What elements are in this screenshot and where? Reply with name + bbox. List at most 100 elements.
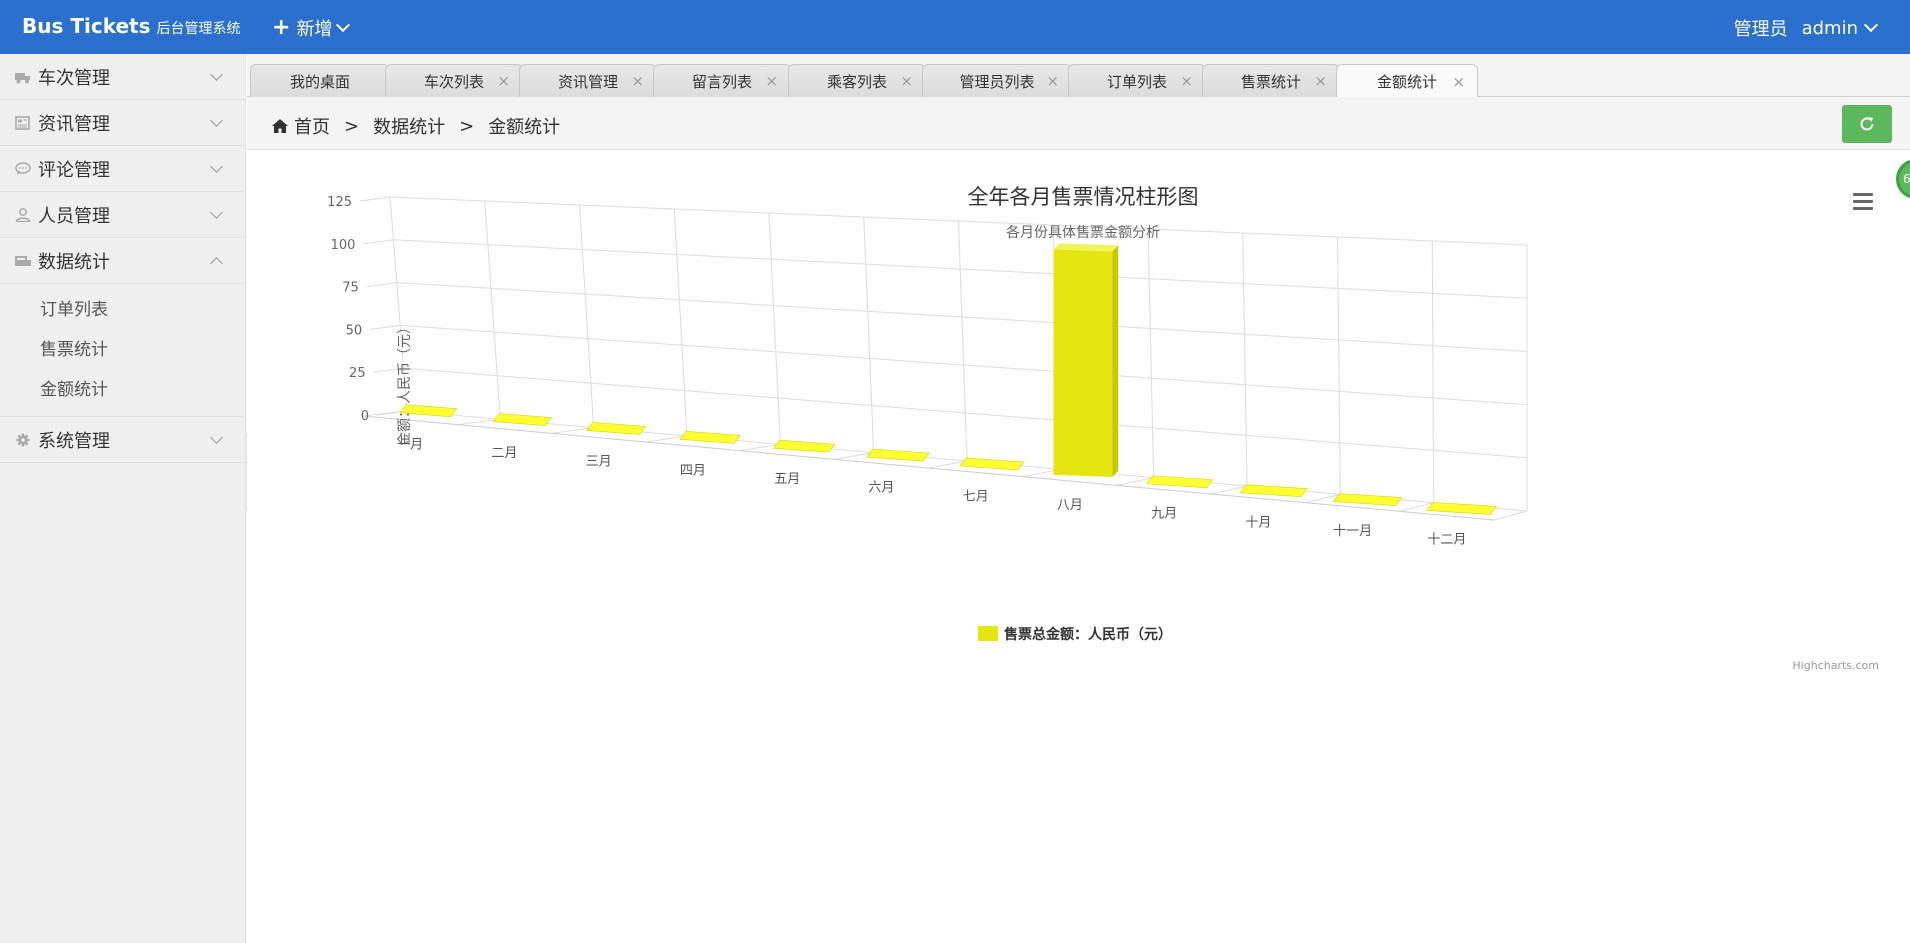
chevron-down-icon xyxy=(1863,17,1879,33)
data-statistics-submenu: 订单列表 售票统计 金额统计 xyxy=(0,284,245,417)
bar-3[interactable] xyxy=(586,422,647,435)
sidebar-item-label: 系统管理 xyxy=(38,430,110,452)
bar-top xyxy=(1146,475,1214,489)
tab-amount-statistics[interactable]: 金额统计 × xyxy=(1336,64,1478,98)
sidebar-item-label: 数据统计 xyxy=(38,251,110,273)
x-tick-label: 八月 xyxy=(1057,498,1083,513)
chart-subtitle: 各月份具体售票金额分析 xyxy=(1006,225,1160,241)
breadcrumb-data-statistics[interactable]: 数据统计 xyxy=(373,113,445,139)
new-dropdown-button[interactable]: + 新增 xyxy=(272,15,351,41)
x-tick-label: 六月 xyxy=(868,481,894,496)
app-name: Bus Tickets xyxy=(22,14,151,38)
gridline xyxy=(958,220,968,462)
close-icon[interactable]: × xyxy=(1452,73,1465,91)
tab-my-desktop[interactable]: 我的桌面 xyxy=(250,64,390,97)
close-icon[interactable]: × xyxy=(765,72,778,90)
chart-credits[interactable]: Highcharts.com xyxy=(1792,659,1879,672)
bar-top xyxy=(1426,502,1497,515)
refresh-icon xyxy=(1860,117,1874,131)
sidebar-subitem-order-list[interactable]: 订单列表 xyxy=(0,290,245,330)
close-icon[interactable]: × xyxy=(1180,72,1193,90)
bar-top xyxy=(586,422,647,435)
chart-menu-icon[interactable] xyxy=(1853,193,1875,213)
tab-train-list[interactable]: 车次列表 × xyxy=(385,64,523,97)
username: admin xyxy=(1801,17,1858,39)
gridline xyxy=(579,204,595,428)
x-tick-label: 十月 xyxy=(1245,515,1271,530)
bar-10[interactable] xyxy=(1239,484,1308,497)
bar-2[interactable] xyxy=(492,413,552,426)
refresh-button[interactable] xyxy=(1842,105,1892,143)
close-icon[interactable]: × xyxy=(1046,72,1059,90)
bar-4[interactable] xyxy=(679,431,741,444)
x-tick-label: 十二月 xyxy=(1427,533,1466,548)
side-gridline xyxy=(366,282,397,288)
x-tick-label: 四月 xyxy=(680,463,706,478)
gridline xyxy=(673,208,688,437)
bar-8[interactable] xyxy=(1053,243,1119,477)
close-icon[interactable]: × xyxy=(497,72,510,90)
sidebar-item-staff-management[interactable]: 人员管理 xyxy=(0,192,245,238)
new-label: 新增 xyxy=(296,19,333,40)
side-gridline xyxy=(370,324,401,330)
chevron-down-icon xyxy=(210,160,223,173)
x-tick-label: 三月 xyxy=(586,455,612,470)
side-gridline xyxy=(363,239,394,245)
breadcrumb-current-page: 金额统计 xyxy=(488,117,561,138)
role-label: 管理员 xyxy=(1733,19,1788,40)
truck-icon xyxy=(15,73,30,84)
close-icon[interactable]: × xyxy=(1314,72,1327,90)
sidebar-item-comment-management[interactable]: 评论管理 xyxy=(0,146,245,192)
y-tick-label: 50 xyxy=(346,323,363,338)
x-axis-line xyxy=(362,415,1495,521)
sidebar-subitem-amount-statistics[interactable]: 金额统计 xyxy=(0,370,245,410)
user-icon xyxy=(15,208,31,222)
breadcrumb-home[interactable]: 首页 xyxy=(294,113,330,139)
chevron-down-icon xyxy=(210,68,223,81)
chevron-down-icon xyxy=(210,206,223,219)
tab-order-list[interactable]: 订单列表 × xyxy=(1068,64,1206,97)
sidebar-item-data-statistics[interactable]: 数据统计 xyxy=(0,238,245,284)
bar-top xyxy=(1239,484,1308,497)
tab-message-list[interactable]: 留言列表 × xyxy=(653,64,791,97)
bar-11[interactable] xyxy=(1332,493,1403,506)
breadcrumb: 首页 > 数据统计 > 金额统计 xyxy=(271,113,560,139)
gridline xyxy=(863,216,875,453)
close-icon[interactable]: × xyxy=(900,72,913,90)
tab-passenger-list[interactable]: 乘客列表 × xyxy=(788,64,926,97)
sidebar-item-system-management[interactable]: 系统管理 xyxy=(0,417,245,463)
bar-5[interactable] xyxy=(772,439,836,453)
bar-12[interactable] xyxy=(1426,502,1497,515)
tab-admin-list[interactable]: 管理员列表 × xyxy=(922,64,1072,97)
sidebar-item-news-management[interactable]: 资讯管理 xyxy=(0,100,245,146)
chart-title: 全年各月售票情况柱形图 xyxy=(968,185,1199,209)
side-gridline xyxy=(359,196,391,202)
sidebar-item-label: 车次管理 xyxy=(38,67,110,89)
y-tick-label: 125 xyxy=(327,195,352,210)
y-axis-title: 金额：人民币（元） xyxy=(397,320,413,446)
logo[interactable]: Bus Tickets 后台管理系统 xyxy=(22,14,241,38)
sidebar-item-train-management[interactable]: 车次管理 xyxy=(0,54,245,100)
bar-top xyxy=(959,457,1025,471)
floor-gridline xyxy=(1493,510,1528,521)
chart-legend[interactable]: 售票总金额：人民币（元） xyxy=(978,626,1172,643)
close-icon[interactable]: × xyxy=(631,72,644,90)
sidebar-subitem-ticket-statistics[interactable]: 售票统计 xyxy=(0,330,245,370)
tab-ticket-statistics[interactable]: 售票统计 × xyxy=(1202,64,1340,97)
gridline xyxy=(768,212,781,445)
chevron-down-icon xyxy=(210,114,223,127)
bar-6[interactable] xyxy=(866,448,930,462)
monthly-amount-chart: 0255075100125一月二月三月四月五月六月七月八月九月十月十一月十二月 … xyxy=(327,185,1879,672)
user-dropdown[interactable]: 管理员 admin xyxy=(1733,15,1879,41)
bar-side xyxy=(1112,245,1119,477)
x-tick-label: 七月 xyxy=(963,489,989,504)
y-tick-label: 25 xyxy=(349,366,366,381)
y-tick-label: 100 xyxy=(331,238,356,253)
sidebar-item-label: 评论管理 xyxy=(38,159,110,181)
gridline xyxy=(1147,228,1155,478)
x-tick-label: 二月 xyxy=(491,446,517,461)
tab-news-management[interactable]: 资讯管理 × xyxy=(519,64,657,97)
bar-9[interactable] xyxy=(1146,475,1214,489)
bar-7[interactable] xyxy=(959,457,1025,471)
breadcrumb-bar: 首页 > 数据统计 > 金额统计 xyxy=(247,97,1910,150)
